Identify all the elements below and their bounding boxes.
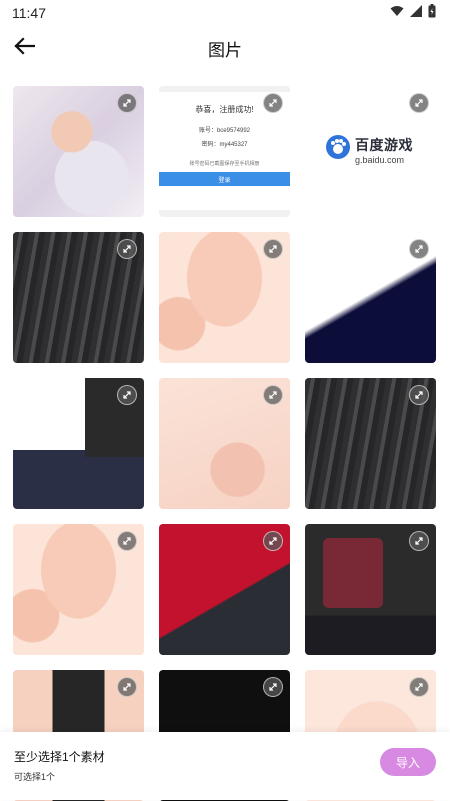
image-tile[interactable] [13,232,144,363]
status-bar: 11:47 [0,0,450,26]
expand-icon[interactable] [117,531,137,551]
baidu-logo-title: 百度游戏 [355,136,413,153]
selection-limit: 可选择1个 [14,772,56,782]
baidu-logo: 百度游戏 g.baidu.com [325,134,413,165]
back-button[interactable] [10,34,38,62]
image-tile[interactable] [13,524,144,655]
signal-icon [410,4,422,22]
status-time: 11:47 [12,5,46,21]
expand-icon[interactable] [117,93,137,113]
expand-icon[interactable] [409,677,429,697]
image-tile[interactable]: 百度游戏 g.baidu.com [305,86,436,217]
image-tile[interactable] [159,524,290,655]
expand-icon[interactable] [409,531,429,551]
login-card-password: 密码：my445327 [201,142,248,148]
image-tile[interactable] [305,232,436,363]
status-icons [390,3,436,23]
image-grid: 恭喜，注册成功! 账号：bce9574992 密码：my445327 账号密码已… [13,86,437,801]
login-card-note: 账号密码已截图保存至手机相册 [189,161,260,167]
image-tile[interactable] [159,232,290,363]
image-tile[interactable] [305,524,436,655]
arrow-left-icon [13,36,36,60]
expand-icon[interactable] [409,385,429,405]
baidu-logo-sub: g.baidu.com [355,154,405,165]
image-tile[interactable] [13,378,144,509]
expand-icon[interactable] [117,385,137,405]
expand-icon[interactable] [117,677,137,697]
expand-icon[interactable] [117,239,137,259]
import-button[interactable]: 导入 [380,748,436,776]
image-tile[interactable] [159,378,290,509]
selection-hint: 至少选择1个素材 [14,750,105,764]
bottom-bar: 至少选择1个素材 可选择1个 导入 [0,732,450,800]
page-title: 图片 [208,40,242,60]
battery-icon [428,3,436,23]
paw-logo-icon [325,134,351,165]
expand-icon[interactable] [263,677,283,697]
expand-icon[interactable] [263,385,283,405]
login-card-account: 账号：bce9574992 [198,128,251,134]
wifi-icon [390,4,404,22]
login-card-title: 恭喜，注册成功! [195,105,254,114]
expand-icon[interactable] [263,531,283,551]
expand-icon[interactable] [409,239,429,259]
image-tile[interactable] [305,378,436,509]
login-card-button: 登录 [159,172,290,186]
expand-icon[interactable] [409,93,429,113]
app-bar: 图片 [0,26,450,70]
image-tile[interactable]: 恭喜，注册成功! 账号：bce9574992 密码：my445327 账号密码已… [159,86,290,217]
image-tile[interactable] [13,86,144,217]
expand-icon[interactable] [263,239,283,259]
expand-icon[interactable] [263,93,283,113]
